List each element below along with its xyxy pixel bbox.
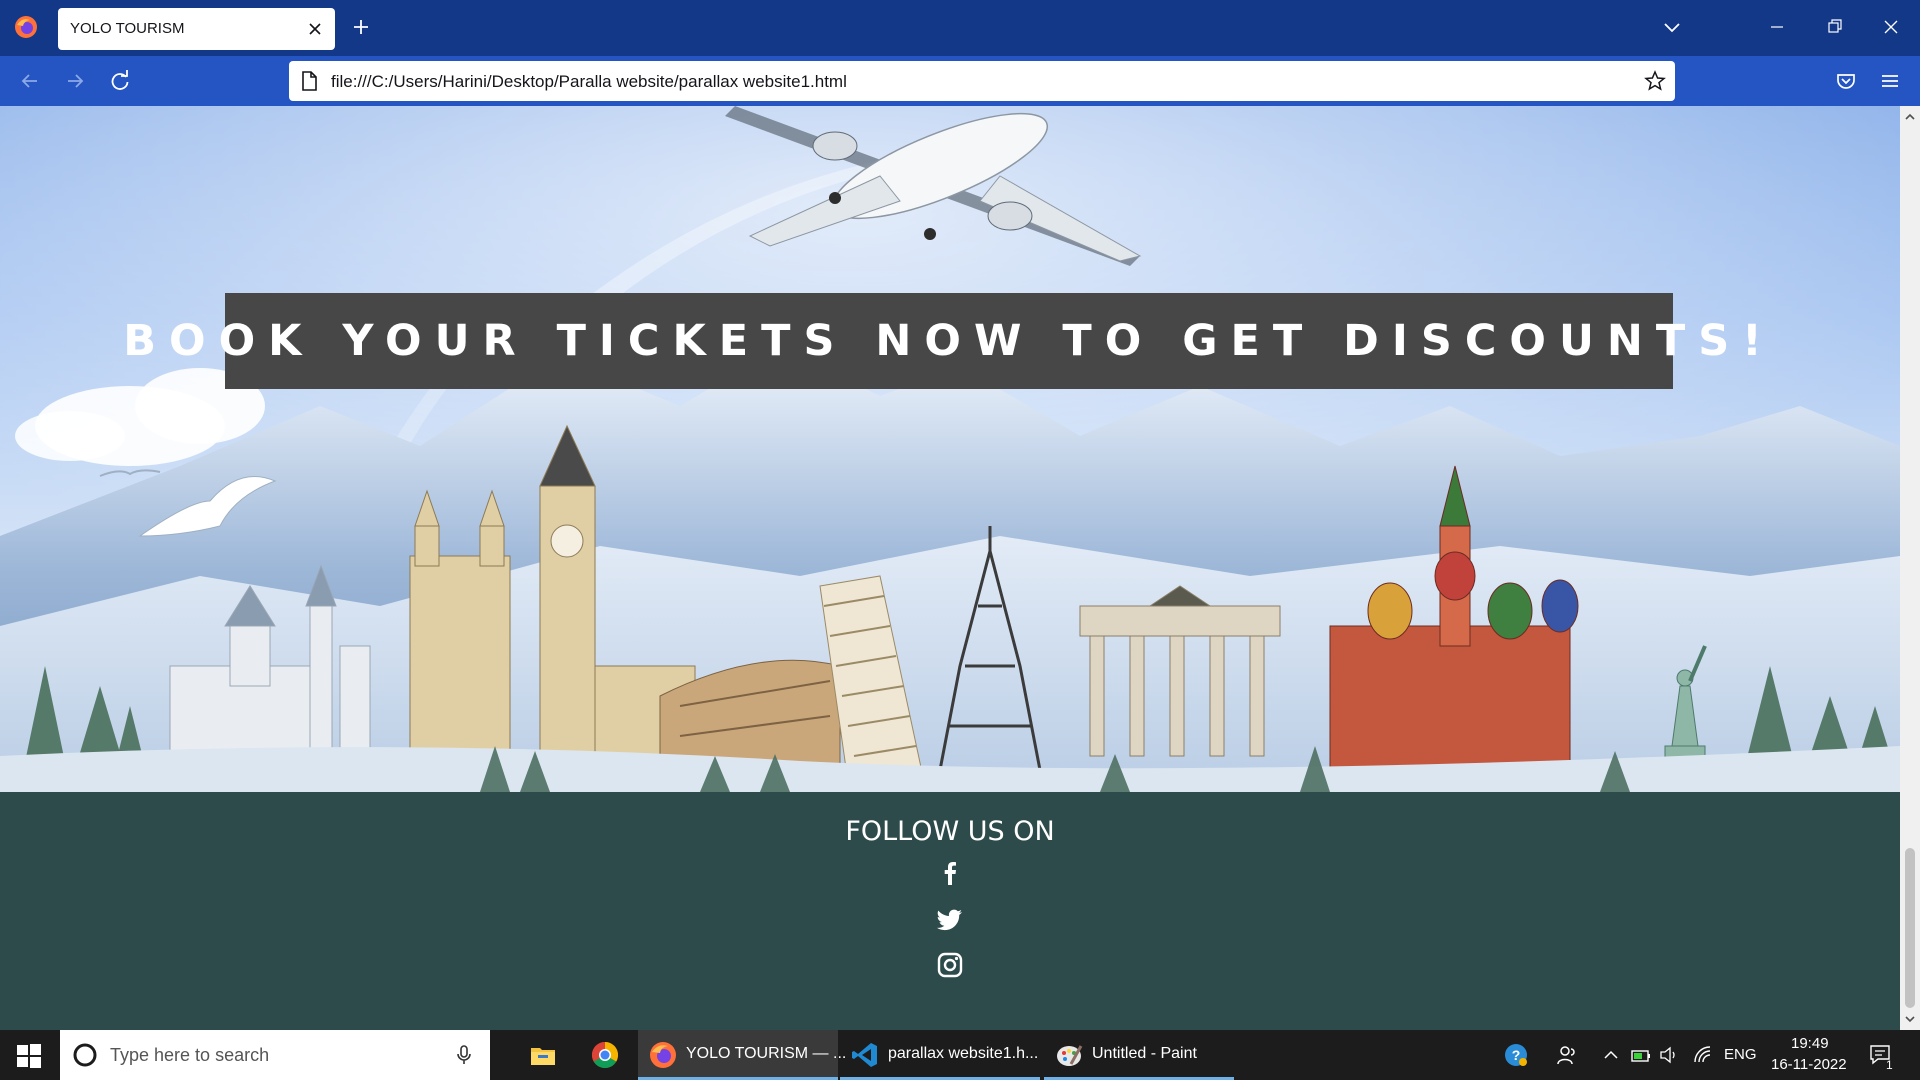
close-window-icon[interactable]: [1876, 12, 1906, 42]
facebook-icon[interactable]: [935, 858, 965, 888]
wifi-icon[interactable]: [1692, 1044, 1714, 1066]
taskbar-app-vscode[interactable]: parallax website1.h...: [840, 1030, 1040, 1080]
scroll-down-icon[interactable]: [1903, 1012, 1917, 1026]
clock-date[interactable]: 16-11-2022: [1771, 1056, 1847, 1073]
page-viewport: BOOK YOUR TICKETS NOW TO GET DISCOUNTS! …: [0, 106, 1900, 1030]
language-indicator[interactable]: ENG: [1724, 1046, 1757, 1063]
battery-icon[interactable]: [1630, 1044, 1652, 1066]
vscode-icon: [852, 1043, 877, 1067]
taskbar-app-firefox[interactable]: YOLO TOURISM — ...: [638, 1030, 846, 1080]
list-all-tabs-icon[interactable]: [1660, 16, 1684, 40]
cortana-icon: [73, 1043, 97, 1067]
show-hidden-icons-icon[interactable]: [1600, 1044, 1622, 1066]
svg-text:?: ?: [1512, 1047, 1521, 1063]
scroll-thumb[interactable]: [1905, 848, 1915, 1008]
help-icon[interactable]: ?: [1503, 1042, 1529, 1068]
microphone-icon[interactable]: [452, 1043, 476, 1067]
url-text: file:///C:/Users/Harini/Desktop/Paralla …: [331, 72, 847, 91]
address-bar[interactable]: file:///C:/Users/Harini/Desktop/Paralla …: [289, 61, 1675, 101]
discount-banner: BOOK YOUR TICKETS NOW TO GET DISCOUNTS!: [123, 293, 1762, 389]
navigation-toolbar: file:///C:/Users/Harini/Desktop/Paralla …: [0, 56, 1920, 106]
reload-icon[interactable]: [107, 68, 133, 94]
notification-count: 1: [1886, 1058, 1893, 1072]
back-icon[interactable]: [17, 68, 43, 94]
landmarks-illustration: [0, 106, 1900, 792]
bookmark-star-icon[interactable]: [1643, 69, 1667, 93]
clock-time[interactable]: 19:49: [1791, 1035, 1829, 1052]
file-explorer-icon[interactable]: [528, 1040, 558, 1070]
windows-start-icon[interactable]: [16, 1043, 42, 1069]
windows-taskbar: Type here to search YOLO TOURISM — ... p…: [0, 1030, 1920, 1080]
paint-icon: [1057, 1045, 1083, 1066]
minimize-icon[interactable]: [1762, 12, 1792, 42]
restore-icon[interactable]: [1820, 12, 1850, 42]
follow-us-heading: FOLLOW US ON: [845, 816, 1055, 847]
forward-icon[interactable]: [62, 68, 88, 94]
chrome-icon[interactable]: [590, 1040, 620, 1070]
twitter-icon[interactable]: [935, 904, 965, 934]
tab-bar: YOLO TOURISM: [0, 0, 1920, 56]
banner-text: BOOK YOUR TICKETS NOW TO GET DISCOUNTS!: [123, 316, 1775, 366]
menu-icon[interactable]: [1877, 68, 1903, 94]
taskbar-app-label: Untitled - Paint: [1092, 1045, 1197, 1062]
page-icon: [302, 71, 317, 91]
tab-yolo-tourism[interactable]: YOLO TOURISM: [58, 8, 335, 50]
taskbar-search-box[interactable]: Type here to search: [60, 1030, 490, 1080]
search-placeholder: Type here to search: [110, 1045, 270, 1065]
volume-icon[interactable]: [1658, 1044, 1680, 1066]
firefox-icon: [650, 1042, 676, 1068]
tab-title: YOLO TOURISM: [70, 20, 185, 37]
close-tab-icon[interactable]: [305, 19, 325, 39]
firefox-logo-icon: [15, 16, 37, 38]
page-scrollbar[interactable]: [1900, 106, 1920, 1030]
new-tab-icon[interactable]: [348, 14, 374, 40]
taskbar-app-label: YOLO TOURISM — ...: [686, 1045, 847, 1062]
people-icon[interactable]: [1556, 1044, 1578, 1066]
pocket-icon[interactable]: [1833, 68, 1859, 94]
footer: FOLLOW US ON: [0, 792, 1900, 1030]
hero-image: BOOK YOUR TICKETS NOW TO GET DISCOUNTS!: [0, 106, 1900, 792]
taskbar-app-paint[interactable]: Untitled - Paint: [1044, 1030, 1234, 1080]
scroll-up-icon[interactable]: [1903, 110, 1917, 124]
instagram-icon[interactable]: [935, 950, 965, 980]
taskbar-app-label: parallax website1.h...: [888, 1045, 1039, 1062]
